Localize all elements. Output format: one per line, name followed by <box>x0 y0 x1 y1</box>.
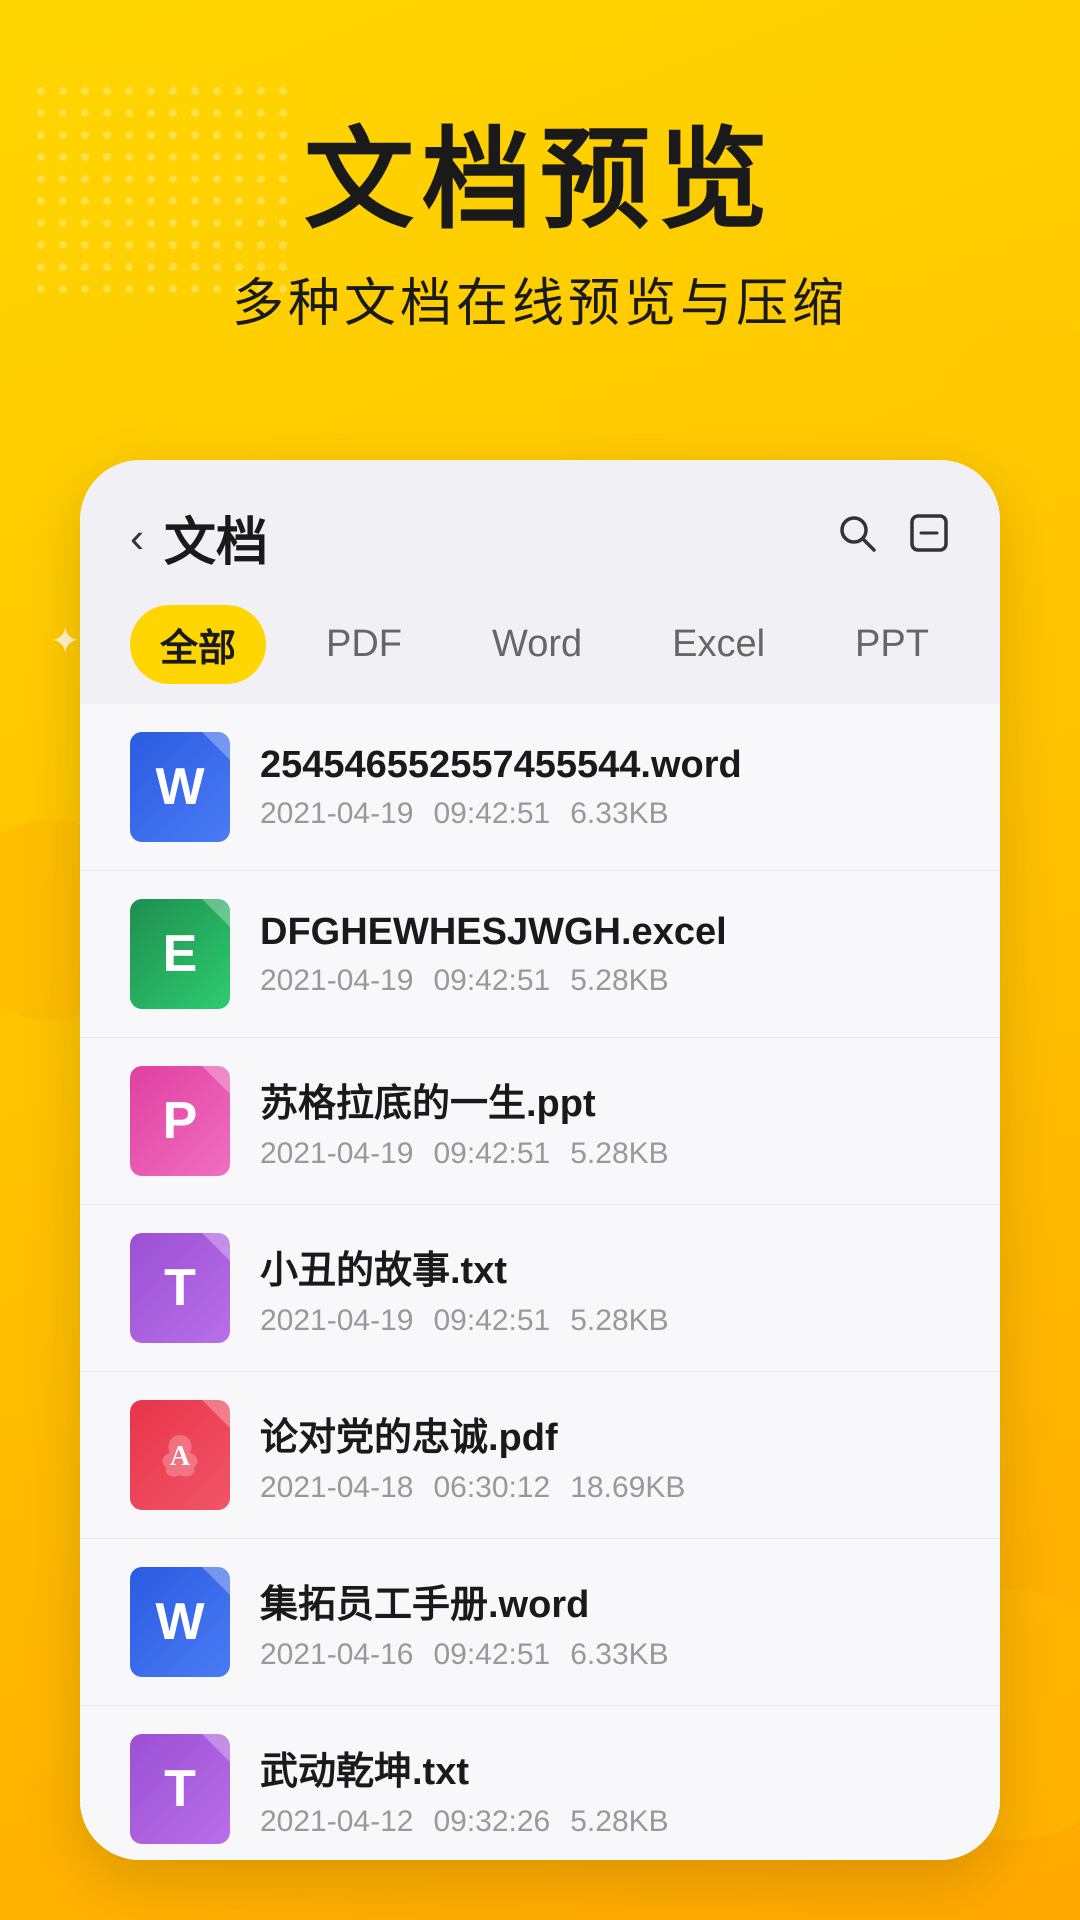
tab-word[interactable]: Word <box>462 611 612 678</box>
phone-card: ‹ 文档 全部 PDF <box>80 460 1000 1860</box>
file-date: 2021-04-18 <box>260 1471 413 1505</box>
file-date: 2021-04-19 <box>260 797 413 831</box>
header-section: 文档预览 多种文档在线预览与压缩 <box>0 120 1080 336</box>
file-size: 5.28KB <box>570 1137 668 1171</box>
page-title: 文档 <box>164 500 268 575</box>
file-size: 6.33KB <box>570 797 668 831</box>
svg-text:A: A <box>170 1441 191 1472</box>
file-icon-ppt: P <box>130 1066 230 1176</box>
file-time: 09:42:51 <box>433 1638 550 1672</box>
file-time: 06:30:12 <box>433 1471 550 1505</box>
top-bar-actions <box>836 512 950 564</box>
file-info: 254546552557455544.word 2021-04-19 09:42… <box>260 744 950 831</box>
file-info: 小丑的故事.txt 2021-04-19 09:42:51 5.28KB <box>260 1239 950 1338</box>
file-date: 2021-04-19 <box>260 1137 413 1171</box>
file-date: 2021-04-12 <box>260 1805 413 1839</box>
search-icon[interactable] <box>836 512 878 564</box>
sub-title: 多种文档在线预览与压缩 <box>0 261 1080 336</box>
file-icon-txt: T <box>130 1734 230 1844</box>
file-size: 5.28KB <box>570 1304 668 1338</box>
file-name: 苏格拉底的一生.ppt <box>260 1072 950 1127</box>
file-date: 2021-04-16 <box>260 1638 413 1672</box>
file-meta: 2021-04-18 06:30:12 18.69KB <box>260 1471 950 1505</box>
file-time: 09:32:26 <box>433 1805 550 1839</box>
file-size: 18.69KB <box>570 1471 685 1505</box>
file-meta: 2021-04-19 09:42:51 5.28KB <box>260 1304 950 1338</box>
file-meta: 2021-04-19 09:42:51 5.28KB <box>260 1137 950 1171</box>
file-meta: 2021-04-16 09:42:51 6.33KB <box>260 1638 950 1672</box>
filter-tabs: 全部 PDF Word Excel PPT TX <box>80 595 1000 704</box>
file-date: 2021-04-19 <box>260 1304 413 1338</box>
file-info: 苏格拉底的一生.ppt 2021-04-19 09:42:51 5.28KB <box>260 1072 950 1171</box>
file-info: 论对党的忠诚.pdf 2021-04-18 06:30:12 18.69KB <box>260 1406 950 1505</box>
tab-excel[interactable]: Excel <box>642 611 795 678</box>
file-item[interactable]: T 小丑的故事.txt 2021-04-19 09:42:51 5.28KB <box>80 1205 1000 1372</box>
file-meta: 2021-04-19 09:42:51 5.28KB <box>260 964 950 998</box>
file-date: 2021-04-19 <box>260 964 413 998</box>
file-size: 5.28KB <box>570 964 668 998</box>
edit-icon[interactable] <box>908 512 950 564</box>
file-meta: 2021-04-12 09:32:26 5.28KB <box>260 1805 950 1839</box>
file-item[interactable]: T 武动乾坤.txt 2021-04-12 09:32:26 5.28KB <box>80 1706 1000 1860</box>
file-meta: 2021-04-19 09:42:51 6.33KB <box>260 797 950 831</box>
tab-pdf[interactable]: PDF <box>296 611 432 678</box>
file-list: W 254546552557455544.word 2021-04-19 09:… <box>80 704 1000 1860</box>
back-button[interactable]: ‹ <box>130 514 144 562</box>
file-info: 集拓员工手册.word 2021-04-16 09:42:51 6.33KB <box>260 1573 950 1672</box>
background: ✦ ✦ 文档预览 多种文档在线预览与压缩 ‹ 文档 <box>0 0 1080 1920</box>
file-item[interactable]: A 论对党的忠诚.pdf 2021-04-18 06:30:12 18.69KB <box>80 1372 1000 1539</box>
file-time: 09:42:51 <box>433 1137 550 1171</box>
file-size: 5.28KB <box>570 1805 668 1839</box>
file-time: 09:42:51 <box>433 964 550 998</box>
file-icon-excel: E <box>130 899 230 1009</box>
file-icon-txt: T <box>130 1233 230 1343</box>
file-name: 论对党的忠诚.pdf <box>260 1406 950 1461</box>
top-bar: ‹ 文档 <box>80 460 1000 595</box>
file-info: 武动乾坤.txt 2021-04-12 09:32:26 5.28KB <box>260 1740 950 1839</box>
file-name: DFGHEWHESJWGH.excel <box>260 911 950 954</box>
file-item[interactable]: W 集拓员工手册.word 2021-04-16 09:42:51 6.33KB <box>80 1539 1000 1706</box>
file-icon-pdf: A <box>130 1400 230 1510</box>
file-item[interactable]: W 254546552557455544.word 2021-04-19 09:… <box>80 704 1000 871</box>
file-name: 254546552557455544.word <box>260 744 950 787</box>
file-info: DFGHEWHESJWGH.excel 2021-04-19 09:42:51 … <box>260 911 950 998</box>
sparkle-icon-1: ✦ <box>50 620 80 662</box>
top-bar-left: ‹ 文档 <box>130 500 268 575</box>
file-name: 小丑的故事.txt <box>260 1239 950 1294</box>
file-size: 6.33KB <box>570 1638 668 1672</box>
file-name: 武动乾坤.txt <box>260 1740 950 1795</box>
file-name: 集拓员工手册.word <box>260 1573 950 1628</box>
file-time: 09:42:51 <box>433 797 550 831</box>
main-title: 文档预览 <box>0 120 1080 241</box>
tab-txt[interactable]: TX <box>989 611 1000 678</box>
file-item[interactable]: P 苏格拉底的一生.ppt 2021-04-19 09:42:51 5.28KB <box>80 1038 1000 1205</box>
tab-ppt[interactable]: PPT <box>825 611 959 678</box>
file-icon-word: W <box>130 732 230 842</box>
file-icon-word: W <box>130 1567 230 1677</box>
tab-all[interactable]: 全部 <box>130 605 266 684</box>
file-time: 09:42:51 <box>433 1304 550 1338</box>
file-item[interactable]: E DFGHEWHESJWGH.excel 2021-04-19 09:42:5… <box>80 871 1000 1038</box>
